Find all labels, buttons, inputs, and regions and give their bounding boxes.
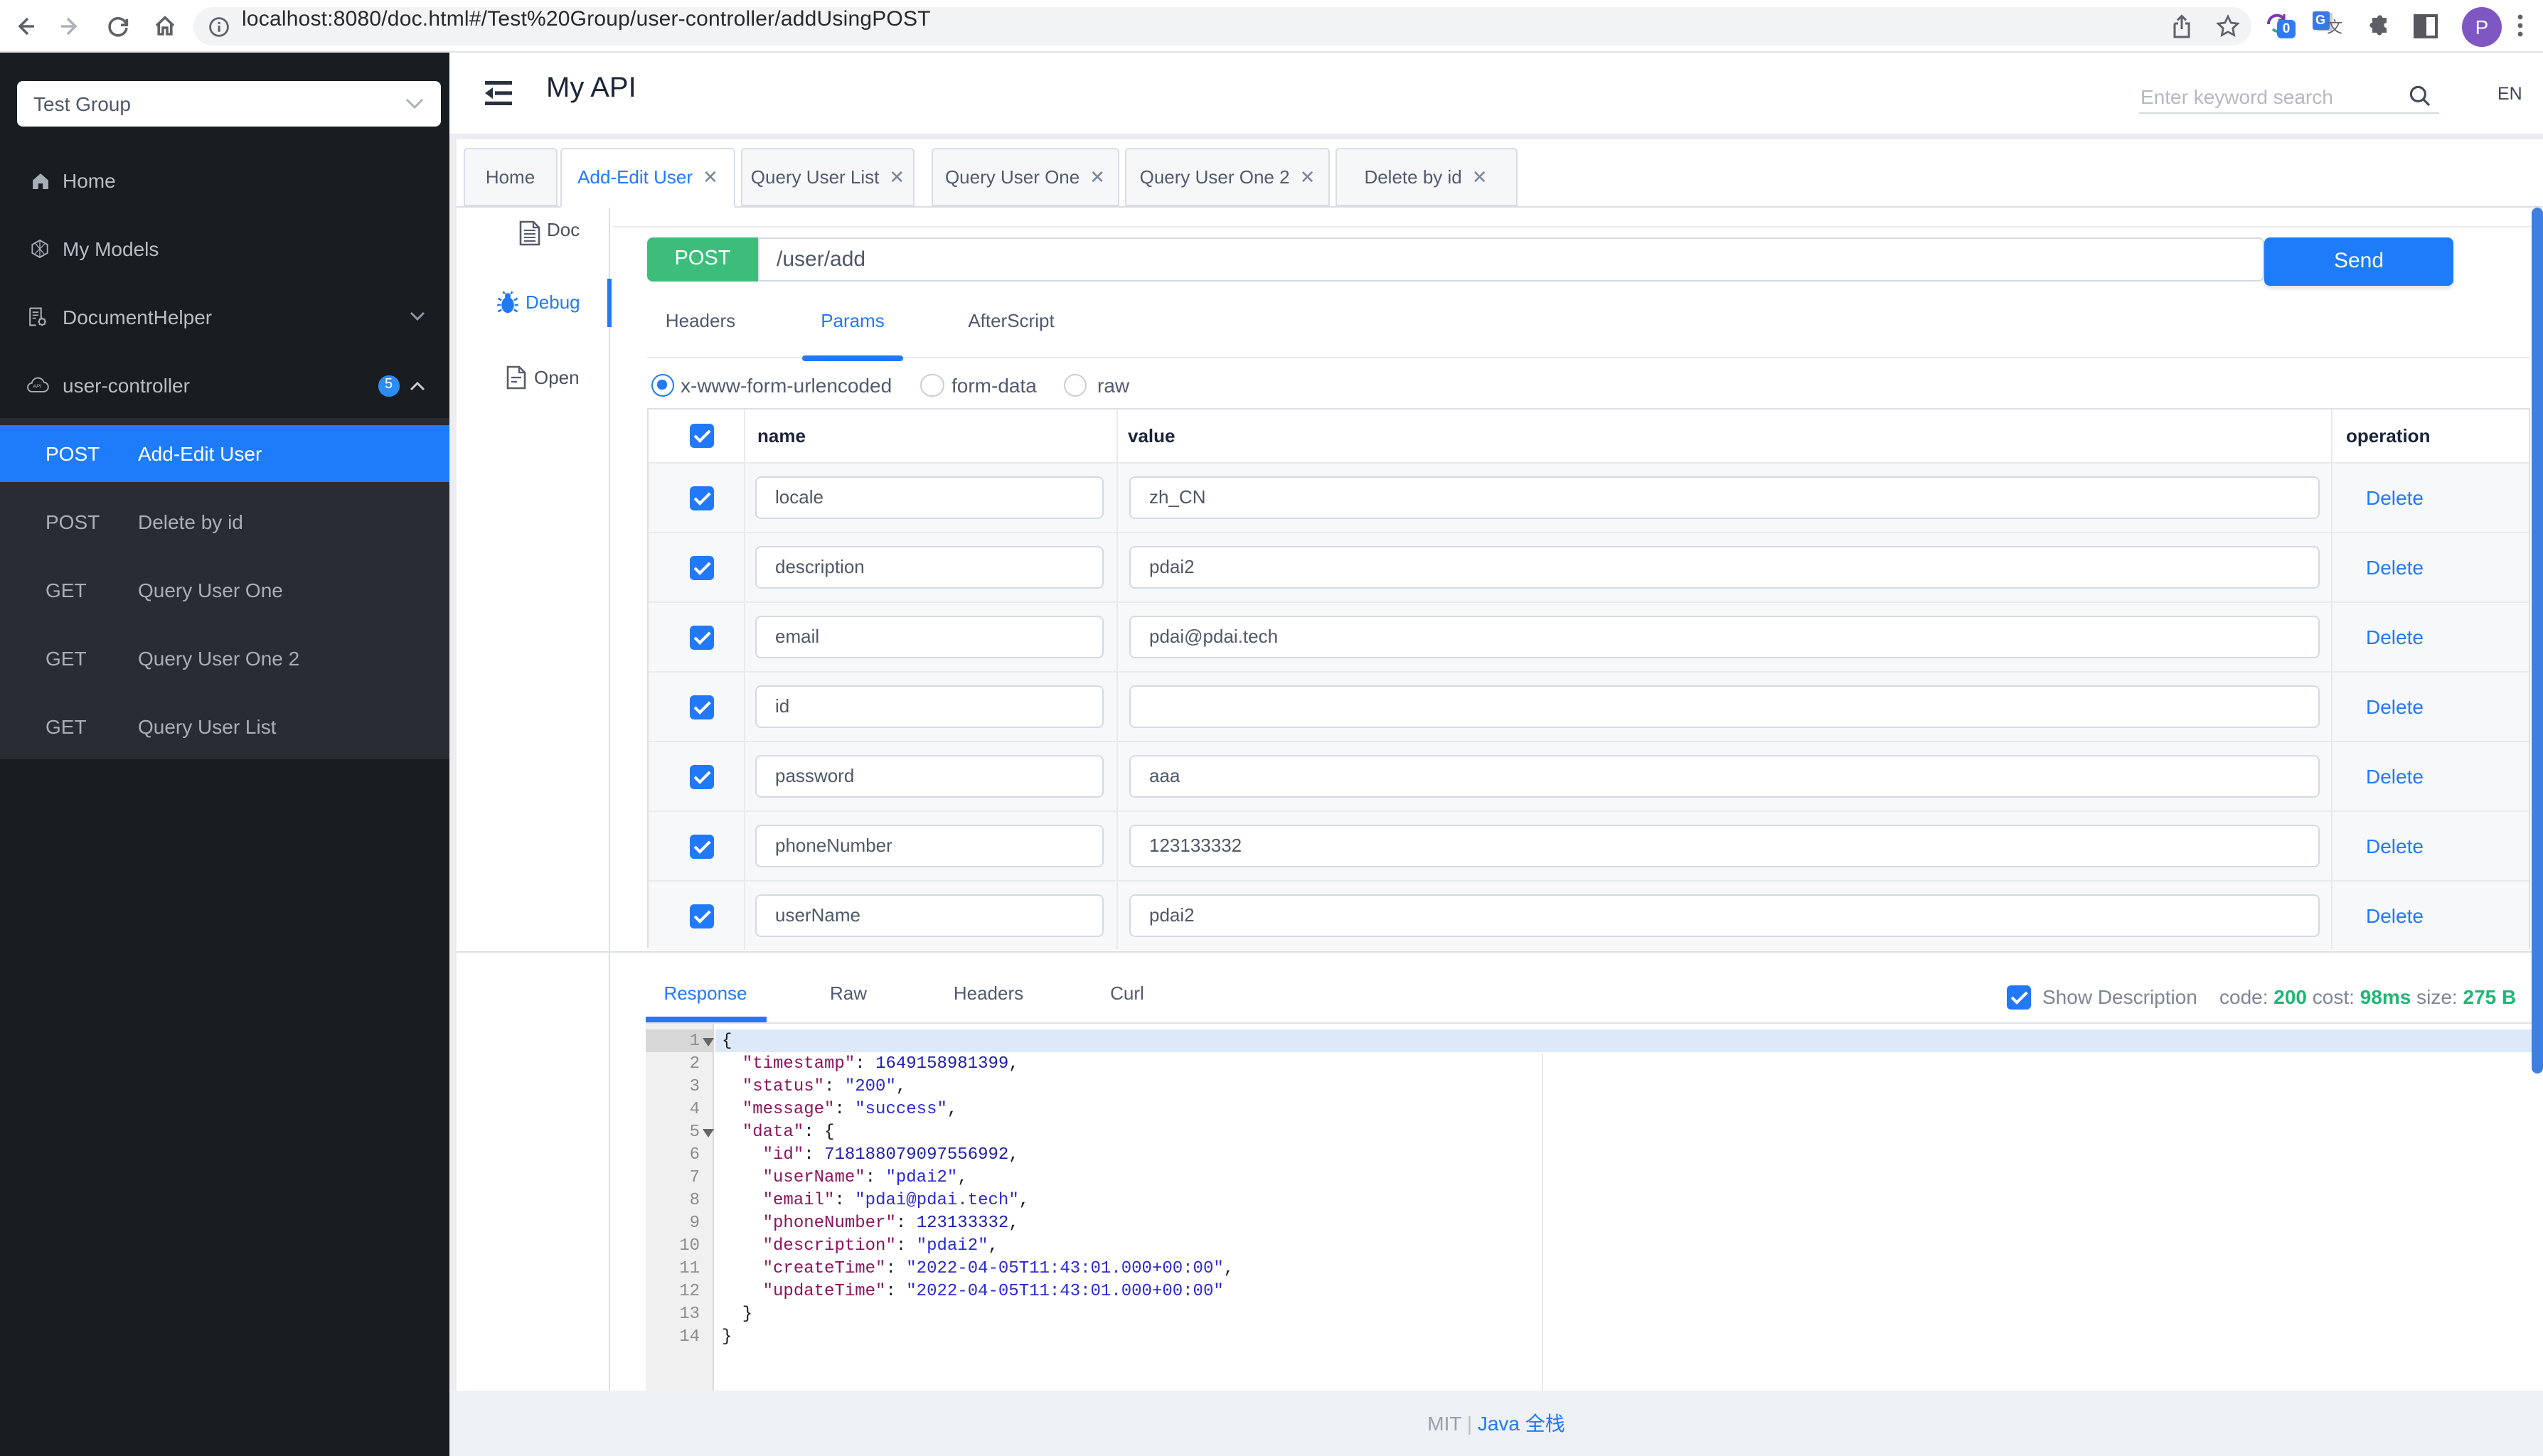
svg-text:API: API — [32, 383, 41, 390]
